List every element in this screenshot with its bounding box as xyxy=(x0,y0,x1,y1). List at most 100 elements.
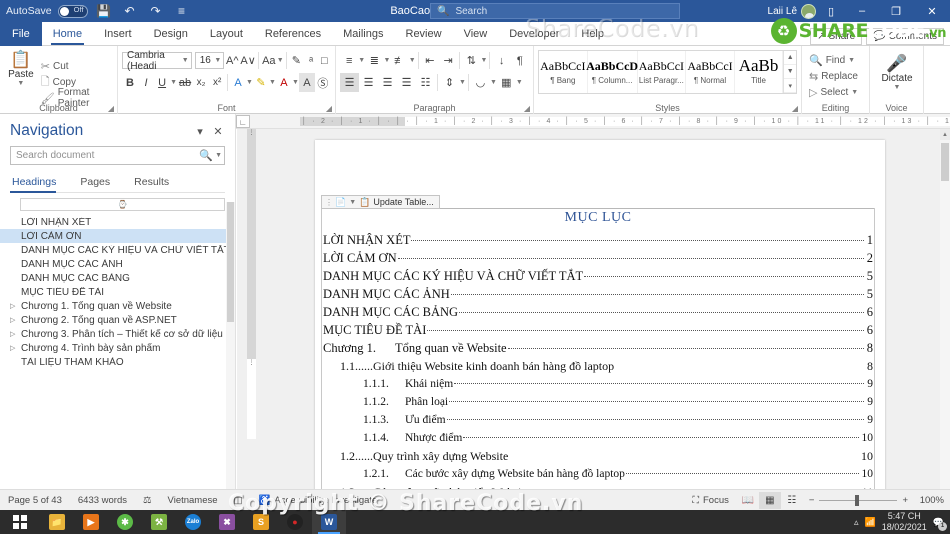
line-spacing-icon[interactable]: ⇕ xyxy=(440,73,459,92)
chevron-down-icon[interactable]: ▼ xyxy=(277,57,284,64)
expand-arrow-icon[interactable]: ▷ xyxy=(10,302,21,310)
search-input[interactable] xyxy=(16,150,198,161)
heading-item-chuong-2[interactable]: ▷ Chương 2. Tổng quan về ASP.NET xyxy=(0,313,235,327)
windows-start-icon[interactable] xyxy=(0,510,40,534)
align-left-icon[interactable]: ☰ xyxy=(340,73,359,92)
font-dialog-launcher[interactable]: ◢ xyxy=(326,104,332,113)
strikethrough-icon[interactable]: ab xyxy=(177,73,193,92)
chevron-down-icon[interactable]: ▼ xyxy=(851,89,858,96)
chevron-down-icon[interactable]: ▼ xyxy=(182,57,189,64)
styles-scroll-down-icon[interactable]: ▼ xyxy=(784,65,797,79)
text-effects-icon[interactable]: A xyxy=(230,73,246,92)
multilevel-list-icon[interactable]: ≢ xyxy=(390,51,408,70)
tab-insert[interactable]: Insert xyxy=(93,22,143,46)
toc-entry[interactable]: 1.1.4. Nhược điểm 10 xyxy=(323,429,873,447)
chevron-down-icon[interactable]: ▼ xyxy=(516,79,523,86)
sort-icon[interactable]: ⇅ xyxy=(462,51,480,70)
document-vertical-scrollbar[interactable]: ▲ xyxy=(940,129,950,489)
print-layout-icon[interactable]: ▦ xyxy=(758,491,781,509)
font-color-icon[interactable]: A xyxy=(276,73,292,92)
chevron-down-icon[interactable]: ▼ xyxy=(490,79,497,86)
chevron-down-icon[interactable]: ▼ xyxy=(215,152,222,159)
zalo-icon[interactable]: Zalo xyxy=(176,510,210,534)
toc-control-bar[interactable]: ⋮ 📄 ▼ 📋 Update Table... xyxy=(321,195,440,209)
heading-item-chuong-1[interactable]: ▷ Chương 1. Tổng quan về Website xyxy=(0,299,235,313)
sublime-text-icon[interactable]: S xyxy=(244,510,278,534)
nav-tab-results[interactable]: Results xyxy=(132,173,179,192)
chevron-down-icon[interactable]: ▼ xyxy=(894,84,901,91)
notifications-icon[interactable]: 💬 1 xyxy=(933,517,947,531)
navigation-options-chevron-down-icon[interactable]: ▾ xyxy=(191,122,209,140)
zoom-level-label[interactable]: 100% xyxy=(914,495,944,506)
autosave-toggle[interactable]: Off xyxy=(57,4,88,18)
subscript-icon[interactable]: x₂ xyxy=(193,73,209,92)
change-case-icon[interactable]: Aa xyxy=(261,51,277,70)
toc-options-icon[interactable]: 📄 xyxy=(335,197,346,208)
toc-entry[interactable]: LỜI CẢM ƠN 2 xyxy=(323,249,873,267)
navigation-scrollbar-thumb[interactable] xyxy=(227,202,234,322)
bold-button[interactable]: B xyxy=(122,73,138,92)
chevron-down-icon[interactable]: ▼ xyxy=(269,79,276,86)
phonetic-guide-icon[interactable]: ᵃ xyxy=(304,51,317,70)
borders-icon[interactable]: ▦ xyxy=(497,73,516,92)
find-button[interactable]: 🔍 Find ▼ xyxy=(806,52,865,68)
save-icon[interactable]: 💾 xyxy=(94,2,114,20)
comments-button[interactable]: 💬 Comments xyxy=(866,28,944,45)
media-player-icon[interactable]: ▶ xyxy=(74,510,108,534)
customize-quick-access-icon[interactable]: ≡ xyxy=(172,2,192,20)
toc-entry[interactable]: Chương 1. Tổng quan về Website 8 xyxy=(323,339,873,357)
chevron-down-icon[interactable]: ▼ xyxy=(384,57,391,64)
justify-icon[interactable]: ☰ xyxy=(397,73,416,92)
share-button[interactable]: ↗ Share xyxy=(810,28,863,45)
styles-scroll-up-icon[interactable]: ▲ xyxy=(784,51,797,65)
style-item[interactable]: AaBbCcD ¶ Column... xyxy=(586,51,638,93)
tab-mailings[interactable]: Mailings xyxy=(332,22,394,46)
drag-handle-icon[interactable]: ⋮ xyxy=(325,198,333,207)
word-count[interactable]: 6433 words xyxy=(70,495,135,506)
font-size-input[interactable]: 16 ▼ xyxy=(194,52,225,69)
heading-item-danh-muc-cac-anh[interactable]: DANH MỤC CÁC ẢNH xyxy=(0,257,235,271)
toc-entry[interactable]: 1.1...... Giới thiệu Website kinh doanh … xyxy=(323,357,873,375)
redo-icon[interactable]: ↷ xyxy=(146,2,166,20)
read-mode-icon[interactable]: 📖 xyxy=(737,492,759,509)
font-name-input[interactable]: Cambria (Headi ▼ xyxy=(122,50,192,72)
toc-entry[interactable]: 1.1.3. Ưu điểm 9 xyxy=(323,411,873,429)
grow-font-icon[interactable]: A^ xyxy=(224,51,240,70)
chevron-down-icon[interactable]: ▼ xyxy=(358,57,365,64)
expand-arrow-icon[interactable]: ▷ xyxy=(10,330,21,338)
tab-references[interactable]: References xyxy=(254,22,332,46)
style-item[interactable]: AaBbCcI List Paragr... xyxy=(638,51,687,93)
heading-item-danh-muc-ky-hieu[interactable]: DANH MỤC CÁC KÝ HIỆU VÀ CHỮ VIẾT TẮT xyxy=(0,243,235,257)
expand-arrow-icon[interactable]: ▷ xyxy=(10,344,21,352)
chevron-down-icon[interactable]: ▼ xyxy=(848,57,855,64)
align-right-icon[interactable]: ☰ xyxy=(378,73,397,92)
shading-icon[interactable]: ◡ xyxy=(471,73,490,92)
styles-scrollbar[interactable]: ▲ ▼ ▾ xyxy=(783,51,797,93)
zoom-out-button[interactable]: − xyxy=(809,495,815,506)
web-layout-icon[interactable]: ☷ xyxy=(781,492,803,509)
restore-button[interactable]: ❐ xyxy=(880,0,912,22)
toc-entry[interactable]: MỤC TIÊU ĐỀ TÀI 6 xyxy=(323,321,873,339)
toc-entry[interactable]: 1.2...... Quy trình xây dựng Website 10 xyxy=(323,447,873,465)
ribbon-display-options-icon[interactable]: ▯ xyxy=(818,0,844,22)
chevron-down-icon[interactable]: ▼ xyxy=(292,79,299,86)
increase-indent-icon[interactable]: ⇥ xyxy=(439,51,457,70)
replace-button[interactable]: ⇆ Replace xyxy=(806,68,865,84)
network-icon[interactable]: 📶 xyxy=(865,517,876,528)
show-hidden-icons-chevron-up-icon[interactable]: ▵ xyxy=(854,517,859,528)
tab-developer[interactable]: Developer xyxy=(498,22,570,46)
tools-icon[interactable]: ⚒ xyxy=(142,510,176,534)
recorder-icon[interactable]: ● xyxy=(278,510,312,534)
chevron-down-icon[interactable]: ▼ xyxy=(481,57,488,64)
styles-more-icon[interactable]: ▾ xyxy=(784,79,797,93)
navigation-close-icon[interactable]: ✕ xyxy=(209,122,227,140)
nav-tab-pages[interactable]: Pages xyxy=(78,173,120,192)
heading-item-chuong-3[interactable]: ▷ Chương 3. Phân tích – Thiết kế cơ sở d… xyxy=(0,327,235,341)
document-page[interactable]: ⋮ 📄 ▼ 📋 Update Table... MỤC LỤC LỜI NHẬN… xyxy=(315,140,885,489)
search-icon[interactable]: 🔍 xyxy=(199,149,213,162)
language-indicator[interactable]: Vietnamese xyxy=(160,495,226,506)
toc-entry[interactable]: 1.1.1. Khái niệm 9 xyxy=(323,375,873,393)
toc-entry[interactable]: DANH MỤC CÁC KÝ HIỆU VÀ CHỮ VIẾT TẮT 5 xyxy=(323,267,873,285)
tab-layout[interactable]: Layout xyxy=(199,22,254,46)
close-button[interactable]: ✕ xyxy=(914,0,950,22)
